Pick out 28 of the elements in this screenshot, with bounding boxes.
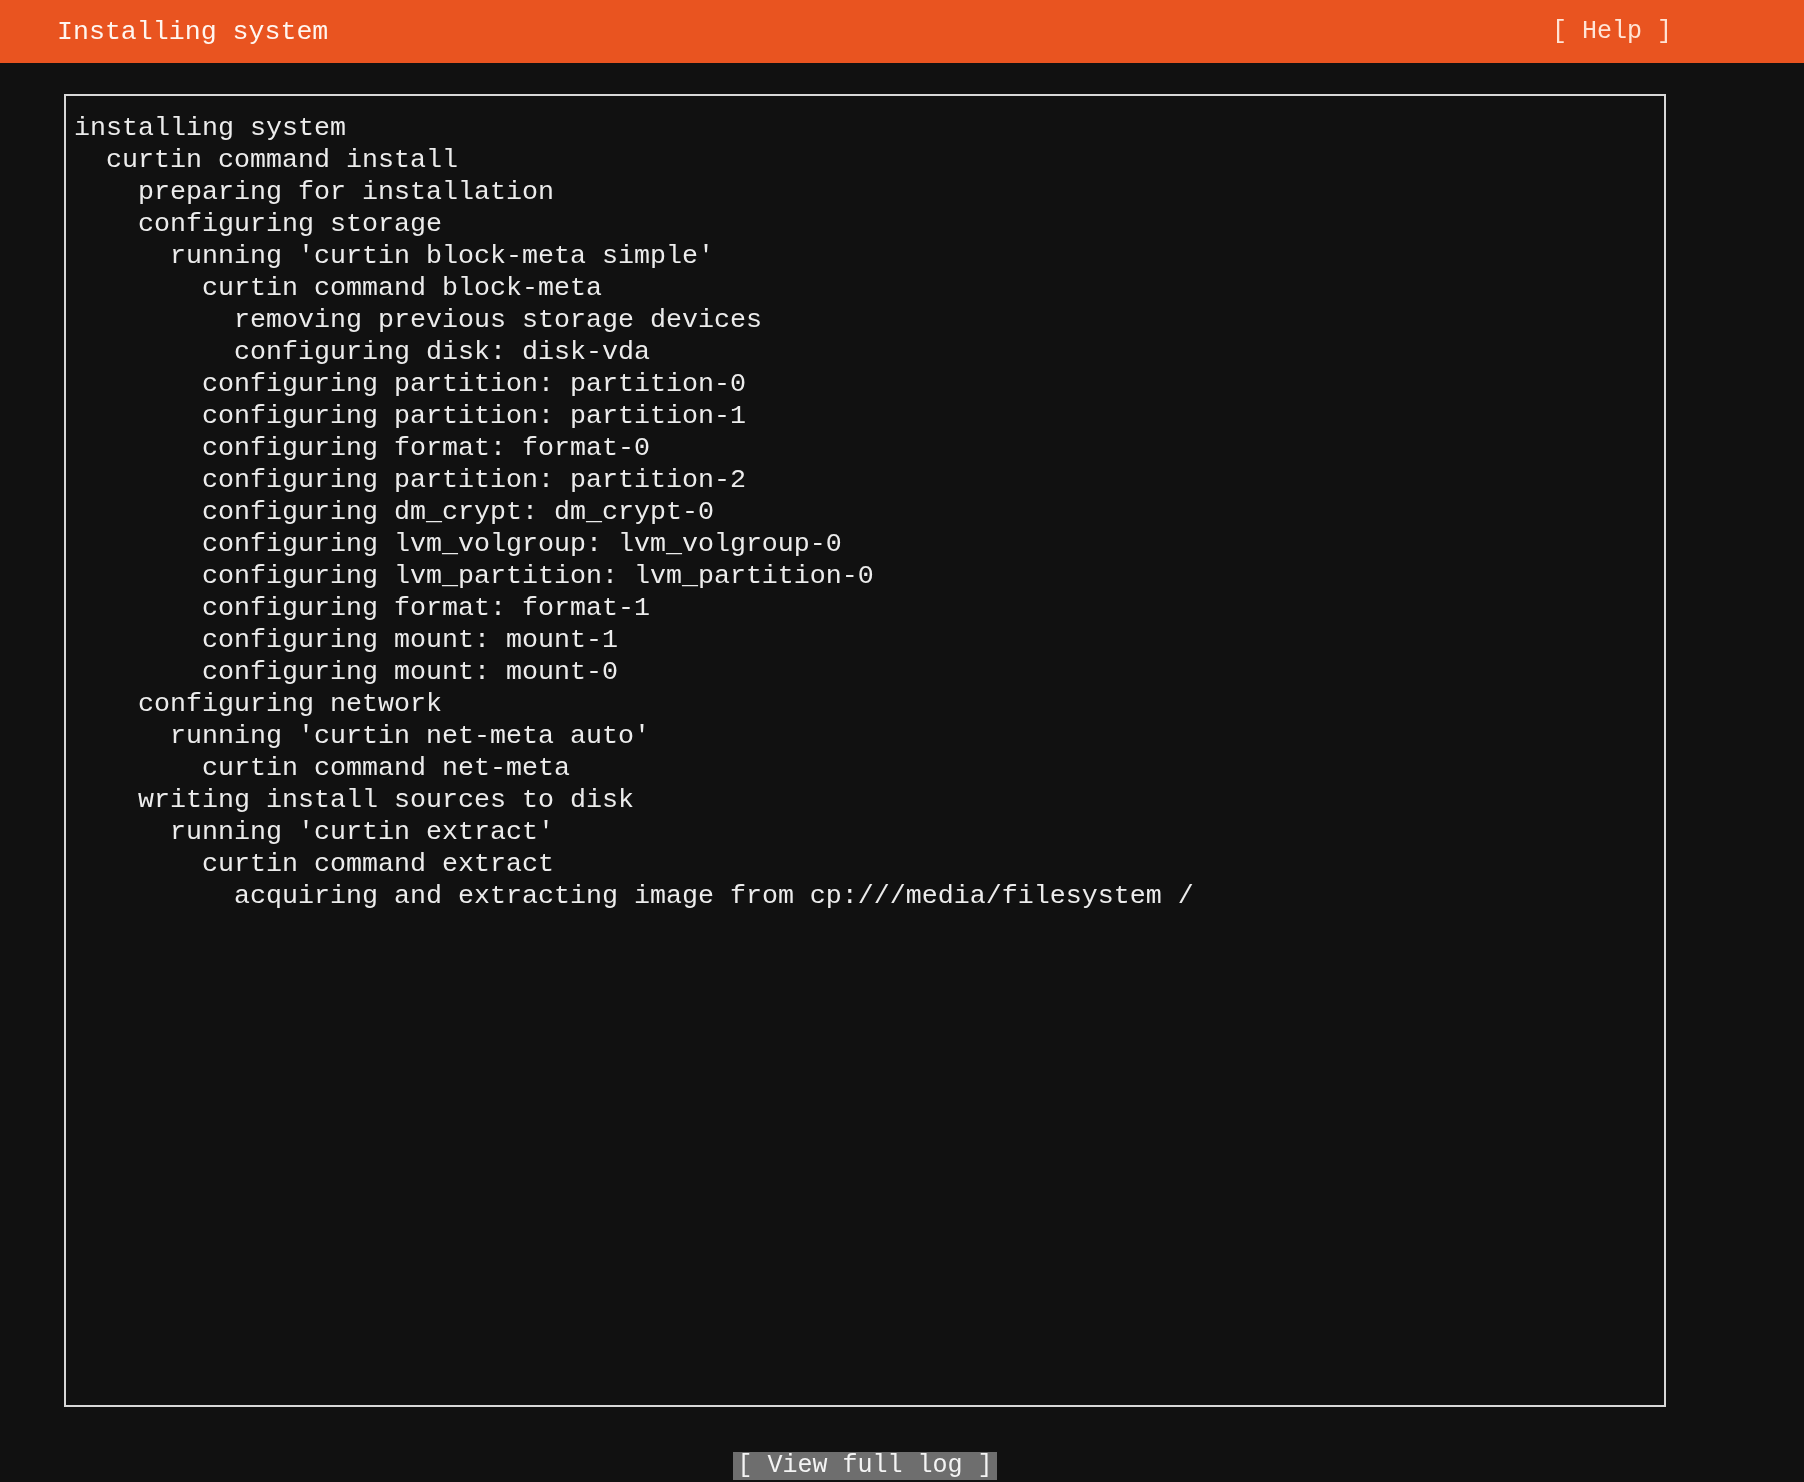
log-line: installing system bbox=[74, 112, 346, 144]
log-line: configuring lvm_volgroup: lvm_volgroup-0 bbox=[202, 528, 842, 560]
log-line: configuring format: format-0 bbox=[202, 432, 650, 464]
log-line: acquiring and extracting image from cp:///media/filesystem / bbox=[234, 880, 1194, 912]
log-line: running 'curtin block-meta simple' bbox=[170, 240, 714, 272]
log-line: curtin command block-meta bbox=[202, 272, 602, 304]
log-line: removing previous storage devices bbox=[234, 304, 762, 336]
log-line: configuring lvm_partition: lvm_partition-0 bbox=[202, 560, 874, 592]
log-line: configuring partition: partition-1 bbox=[202, 400, 746, 432]
view-full-log-button[interactable]: [ View full log ] bbox=[733, 1452, 997, 1480]
log-line: configuring mount: mount-1 bbox=[202, 624, 618, 656]
log-line: configuring partition: partition-0 bbox=[202, 368, 746, 400]
log-line: configuring format: format-1 bbox=[202, 592, 650, 624]
log-line: preparing for installation bbox=[138, 176, 554, 208]
log-line: writing install sources to disk bbox=[138, 784, 634, 816]
log-line: curtin command net-meta bbox=[202, 752, 570, 784]
log-line: configuring network bbox=[138, 688, 442, 720]
log-line: configuring mount: mount-0 bbox=[202, 656, 618, 688]
log-line: running 'curtin extract' bbox=[170, 816, 554, 848]
log-line: curtin command install bbox=[106, 144, 458, 176]
screen-title: Installing system bbox=[57, 15, 329, 48]
log-line: configuring dm_crypt: dm_crypt-0 bbox=[202, 496, 714, 528]
help-button[interactable]: [ Help ] bbox=[1551, 15, 1672, 48]
log-line: configuring partition: partition-2 bbox=[202, 464, 746, 496]
log-line: running 'curtin net-meta auto' bbox=[170, 720, 650, 752]
log-line: configuring disk: disk-vda bbox=[234, 336, 650, 368]
log-line: curtin command extract bbox=[202, 848, 554, 880]
log-line: configuring storage bbox=[138, 208, 442, 240]
